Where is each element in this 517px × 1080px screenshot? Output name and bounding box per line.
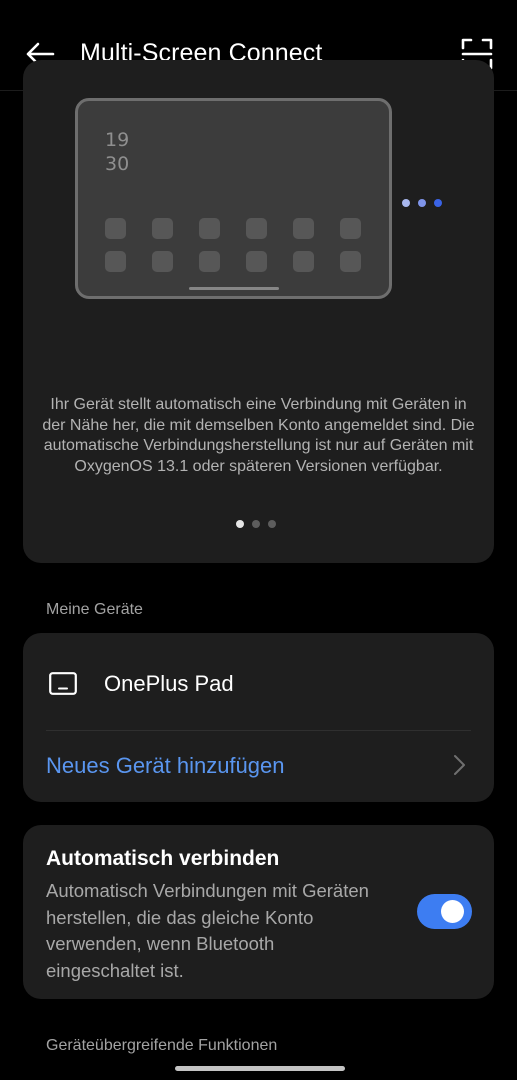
- connection-dots: [402, 199, 442, 207]
- app-tile: [199, 251, 220, 272]
- app-tile: [152, 251, 173, 272]
- tablet-illustration: 19 30: [75, 98, 392, 299]
- app-tile: [340, 218, 361, 239]
- page-dot[interactable]: [252, 520, 260, 528]
- add-device-label: Neues Gerät hinzufügen: [46, 753, 285, 778]
- connection-dot: [418, 199, 426, 207]
- tablet-clock: 19 30: [105, 128, 129, 176]
- app-tile: [340, 251, 361, 272]
- tablet-clock-hour: 19: [105, 129, 130, 151]
- intro-description: Ihr Gerät stellt automatisch eine Verbin…: [42, 396, 475, 475]
- app-tile: [105, 218, 126, 239]
- app-tile: [293, 218, 314, 239]
- tablet-home-bar: [189, 287, 279, 290]
- auto-connect-title: Automatisch verbinden: [46, 847, 280, 870]
- app-tile: [293, 251, 314, 272]
- connection-dot: [434, 199, 442, 207]
- app-tile: [199, 218, 220, 239]
- add-device-row[interactable]: Neues Gerät hinzufügen: [23, 731, 494, 802]
- auto-connect-toggle[interactable]: [417, 894, 472, 929]
- page-dot[interactable]: [268, 520, 276, 528]
- device-name: OnePlus Pad: [104, 671, 234, 696]
- auto-connect-card: Automatisch verbinden Automatisch Verbin…: [23, 825, 494, 999]
- app-tile: [246, 251, 267, 272]
- my-devices-card: OnePlus Pad Neues Gerät hinzufügen: [23, 633, 494, 802]
- chevron-right-icon: [454, 755, 465, 775]
- tablet-app-grid: [105, 218, 361, 272]
- connection-dot: [402, 199, 410, 207]
- tablet-icon: [49, 672, 77, 695]
- toggle-knob: [441, 900, 464, 923]
- app-tile: [246, 218, 267, 239]
- cross-device-heading: Geräteübergreifende Funktionen: [46, 1037, 278, 1054]
- auto-connect-description: Automatisch Verbindungen mit Geräten her…: [46, 880, 369, 981]
- page-dot[interactable]: [236, 520, 244, 528]
- page-indicator[interactable]: [236, 520, 276, 528]
- gesture-navigation-bar[interactable]: [175, 1066, 345, 1071]
- tablet-clock-minute: 30: [105, 153, 130, 175]
- app-tile: [152, 218, 173, 239]
- app-tile: [105, 251, 126, 272]
- device-row-oneplus-pad[interactable]: OnePlus Pad: [23, 633, 494, 730]
- my-devices-heading: Meine Geräte: [46, 601, 143, 618]
